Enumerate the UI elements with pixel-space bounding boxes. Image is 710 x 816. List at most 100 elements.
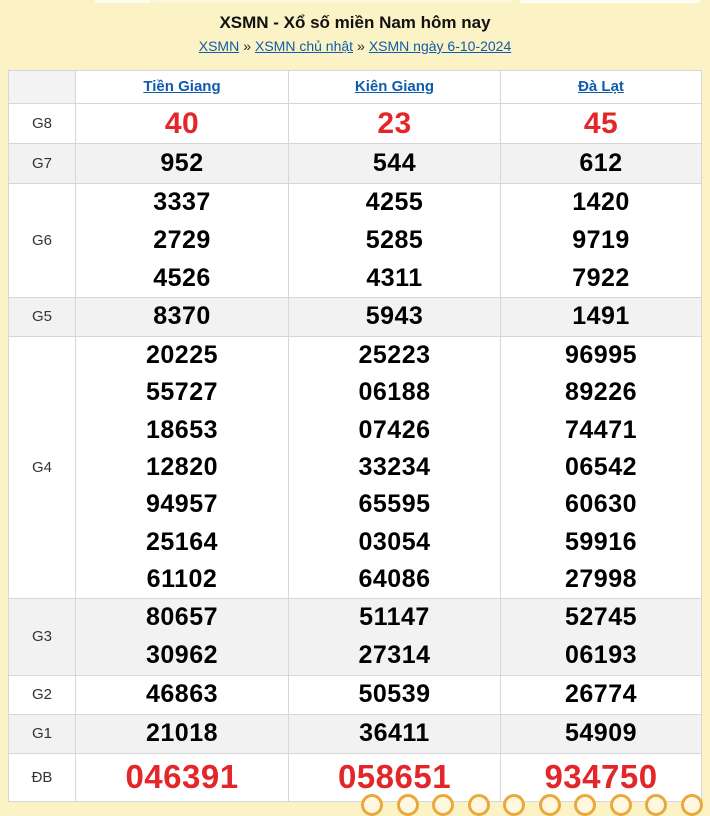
prize-row-g7: G7952544612 bbox=[9, 144, 702, 184]
top-edge-artifact bbox=[153, 0, 513, 3]
prize-number: 74471 bbox=[501, 412, 701, 449]
prize-number: 058651 bbox=[289, 754, 500, 801]
prize-number: 45 bbox=[501, 104, 701, 143]
prize-row-g5: G5837059431491 bbox=[9, 297, 702, 336]
prize-label: G5 bbox=[9, 297, 76, 336]
province-link-tien-giang[interactable]: Tiền Giang bbox=[143, 78, 220, 95]
prize-number: 7922 bbox=[501, 259, 701, 297]
prize-number: 12820 bbox=[76, 449, 288, 486]
prize-number: 25223 bbox=[289, 337, 500, 374]
breadcrumb-link-xsmn-chu-nhat[interactable]: XSMN chủ nhật bbox=[255, 38, 353, 54]
prize-cell: 333727294526 bbox=[76, 184, 289, 298]
prize-row-g8: G8402345 bbox=[9, 104, 702, 144]
top-edge-artifact bbox=[520, 0, 700, 3]
prize-number: 80657 bbox=[76, 599, 288, 637]
prize-cell: 1491 bbox=[501, 297, 702, 336]
prize-cell: 23 bbox=[289, 104, 501, 144]
prize-number: 55727 bbox=[76, 374, 288, 411]
prize-row-g3: G3806573096251147273145274506193 bbox=[9, 598, 702, 675]
prize-row-đb: ĐB046391058651934750 bbox=[9, 753, 702, 801]
prize-number: 06193 bbox=[501, 637, 701, 675]
prize-label: G1 bbox=[9, 714, 76, 753]
prize-number: 952 bbox=[76, 144, 288, 183]
prize-label: G4 bbox=[9, 336, 76, 598]
prize-label: ĐB bbox=[9, 753, 76, 801]
prize-cell: 50539 bbox=[289, 675, 501, 714]
prize-cell: 45 bbox=[501, 104, 702, 144]
prize-number: 4255 bbox=[289, 184, 500, 222]
prize-number: 1491 bbox=[501, 298, 701, 336]
prize-number: 25164 bbox=[76, 523, 288, 560]
prize-cell: 612 bbox=[501, 144, 702, 184]
prize-cell: 058651 bbox=[289, 753, 501, 801]
prize-number: 60630 bbox=[501, 486, 701, 523]
prize-number: 8370 bbox=[76, 298, 288, 336]
prize-cell: 21018 bbox=[76, 714, 289, 753]
prize-number: 06542 bbox=[501, 449, 701, 486]
prize-number: 9719 bbox=[501, 222, 701, 260]
breadcrumb-link-xsmn-date[interactable]: XSMN ngày 6-10-2024 bbox=[369, 38, 511, 54]
prize-number: 4311 bbox=[289, 259, 500, 297]
prize-number: 36411 bbox=[289, 715, 500, 753]
prize-number: 07426 bbox=[289, 412, 500, 449]
prize-number: 33234 bbox=[289, 449, 500, 486]
prize-cell: 40 bbox=[76, 104, 289, 144]
results-tbody: G8402345G7952544612G63337272945264255528… bbox=[9, 104, 702, 802]
column-header-da-lat: Đà Lạt bbox=[501, 71, 702, 104]
prize-number: 4526 bbox=[76, 259, 288, 297]
prize-number: 64086 bbox=[289, 561, 500, 598]
prize-number: 96995 bbox=[501, 337, 701, 374]
column-header-tien-giang: Tiền Giang bbox=[76, 71, 289, 104]
prize-cell: 952 bbox=[76, 144, 289, 184]
prize-number: 46863 bbox=[76, 676, 288, 714]
prize-row-g4: G420225557271865312820949572516461102252… bbox=[9, 336, 702, 598]
top-edge-artifact bbox=[95, 0, 150, 3]
prize-number: 59916 bbox=[501, 523, 701, 560]
prize-number: 03054 bbox=[289, 523, 500, 560]
prize-cell: 20225557271865312820949572516461102 bbox=[76, 336, 289, 598]
prize-number: 20225 bbox=[76, 337, 288, 374]
prize-cell: 46863 bbox=[76, 675, 289, 714]
results-table: Tiền Giang Kiên Giang Đà Lạt G8402345G79… bbox=[8, 70, 702, 802]
prize-number: 23 bbox=[289, 104, 500, 143]
column-header-kien-giang: Kiên Giang bbox=[289, 71, 501, 104]
prize-number: 54909 bbox=[501, 715, 701, 753]
loto-ball-peek bbox=[503, 794, 525, 816]
prize-number: 65595 bbox=[289, 486, 500, 523]
prize-number: 27314 bbox=[289, 637, 500, 675]
prize-cell: 8065730962 bbox=[76, 598, 289, 675]
prize-cell: 8370 bbox=[76, 297, 289, 336]
prize-cell: 26774 bbox=[501, 675, 702, 714]
prize-number: 18653 bbox=[76, 412, 288, 449]
prize-cell: 5114727314 bbox=[289, 598, 501, 675]
prize-cell: 54909 bbox=[501, 714, 702, 753]
prize-cell: 544 bbox=[289, 144, 501, 184]
prize-number: 934750 bbox=[501, 754, 701, 801]
loto-ball-peek bbox=[397, 794, 419, 816]
prize-row-g1: G1210183641154909 bbox=[9, 714, 702, 753]
prize-label: G7 bbox=[9, 144, 76, 184]
prize-row-g2: G2468635053926774 bbox=[9, 675, 702, 714]
prize-number: 50539 bbox=[289, 676, 500, 714]
prize-number: 94957 bbox=[76, 486, 288, 523]
loto-ball-peek bbox=[574, 794, 596, 816]
prize-cell: 96995892267447106542606305991627998 bbox=[501, 336, 702, 598]
province-link-kien-giang[interactable]: Kiên Giang bbox=[355, 78, 434, 95]
prize-number: 30962 bbox=[76, 637, 288, 675]
prize-cell: 425552854311 bbox=[289, 184, 501, 298]
prize-number: 61102 bbox=[76, 561, 288, 598]
breadcrumb-link-xsmn[interactable]: XSMN bbox=[199, 38, 239, 54]
prize-number: 06188 bbox=[289, 374, 500, 411]
loto-ball-peek bbox=[645, 794, 667, 816]
prize-number: 046391 bbox=[76, 754, 288, 801]
prize-label: G3 bbox=[9, 598, 76, 675]
prize-number: 21018 bbox=[76, 715, 288, 753]
province-link-da-lat[interactable]: Đà Lạt bbox=[578, 78, 624, 95]
prize-cell: 046391 bbox=[76, 753, 289, 801]
prize-number: 5943 bbox=[289, 298, 500, 336]
corner-cell bbox=[9, 71, 76, 104]
prize-number: 1420 bbox=[501, 184, 701, 222]
prize-label: G2 bbox=[9, 675, 76, 714]
prize-number: 544 bbox=[289, 144, 500, 183]
prize-number: 3337 bbox=[76, 184, 288, 222]
